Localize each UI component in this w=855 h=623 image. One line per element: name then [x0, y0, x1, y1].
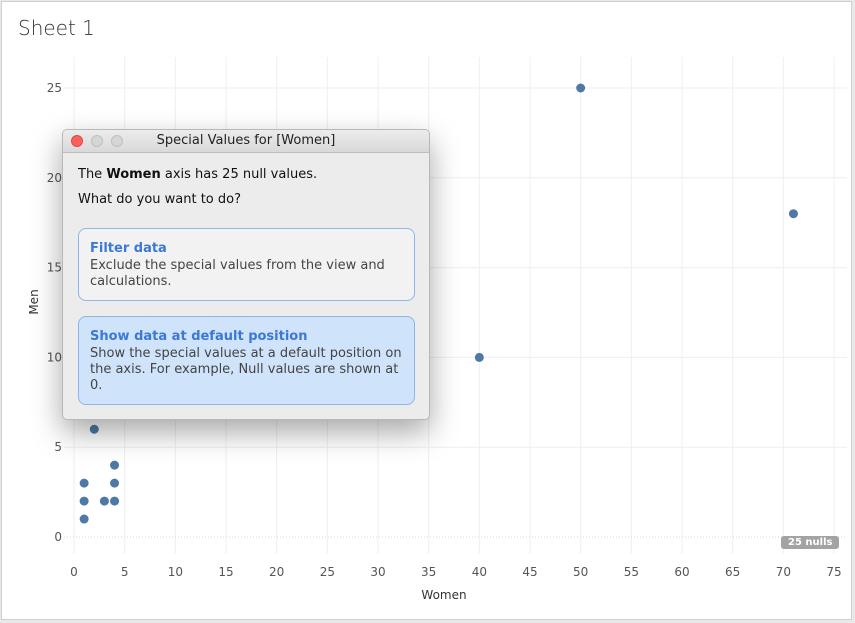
x-tick-label: 35	[421, 565, 436, 579]
y-tick-label: 20	[47, 171, 62, 185]
x-tick-label: 0	[70, 565, 78, 579]
message-suffix: axis has 25 null values.	[160, 167, 318, 182]
x-tick-label: 5	[121, 565, 129, 579]
y-tick-label: 5	[54, 440, 62, 454]
x-tick-label: 25	[320, 565, 335, 579]
x-tick-label: 65	[725, 565, 740, 579]
filter-data-option[interactable]: Filter data Exclude the special values f…	[78, 228, 415, 301]
x-tick-label: 75	[826, 565, 841, 579]
dialog-title: Special Values for [Women]	[156, 133, 336, 148]
data-point	[788, 209, 798, 219]
y-tick-label: 10	[47, 350, 62, 364]
x-tick-label: 15	[218, 565, 233, 579]
data-point	[110, 478, 120, 488]
dialog-question: What do you want to do?	[78, 192, 242, 207]
filter-data-title: Filter data	[90, 241, 167, 256]
show-default-position-description: Show the special values at a default pos…	[90, 346, 402, 393]
special-values-dialog: Special Values for [Women] The Women axi…	[62, 129, 430, 420]
x-tick-label: 10	[168, 565, 183, 579]
x-tick-label: 60	[674, 565, 689, 579]
x-tick-label: 55	[624, 565, 639, 579]
message-field-name: Women	[106, 167, 161, 182]
dialog-titlebar: Special Values for [Women]	[63, 130, 429, 153]
y-axis-label: Men	[27, 289, 41, 314]
show-default-position-option[interactable]: Show data at default position Show the s…	[78, 316, 415, 405]
x-tick-label: 70	[776, 565, 791, 579]
data-point	[474, 352, 484, 362]
null-values-message: The Women axis has 25 null values.	[78, 167, 317, 182]
data-point	[89, 424, 99, 434]
message-prefix: The	[78, 167, 107, 182]
y-tick-label: 0	[54, 530, 62, 544]
data-point	[79, 514, 89, 524]
x-tick-label: 20	[269, 565, 284, 579]
data-point	[576, 83, 586, 93]
x-tick-label: 40	[472, 565, 487, 579]
show-default-position-title: Show data at default position	[90, 329, 308, 344]
data-point	[99, 496, 109, 506]
data-point	[110, 496, 120, 506]
x-tick-label: 50	[573, 565, 588, 579]
data-point	[79, 478, 89, 488]
filter-data-description: Exclude the special values from the view…	[90, 258, 385, 289]
y-tick-label: 25	[47, 81, 62, 95]
data-point	[79, 496, 89, 506]
x-tick-label: 45	[522, 565, 537, 579]
nulls-indicator-badge[interactable]: 25 nulls	[781, 536, 840, 549]
x-tick-label: 30	[370, 565, 385, 579]
data-point	[110, 460, 120, 470]
x-axis-label: Women	[421, 588, 466, 602]
y-tick-label: 15	[47, 261, 62, 275]
